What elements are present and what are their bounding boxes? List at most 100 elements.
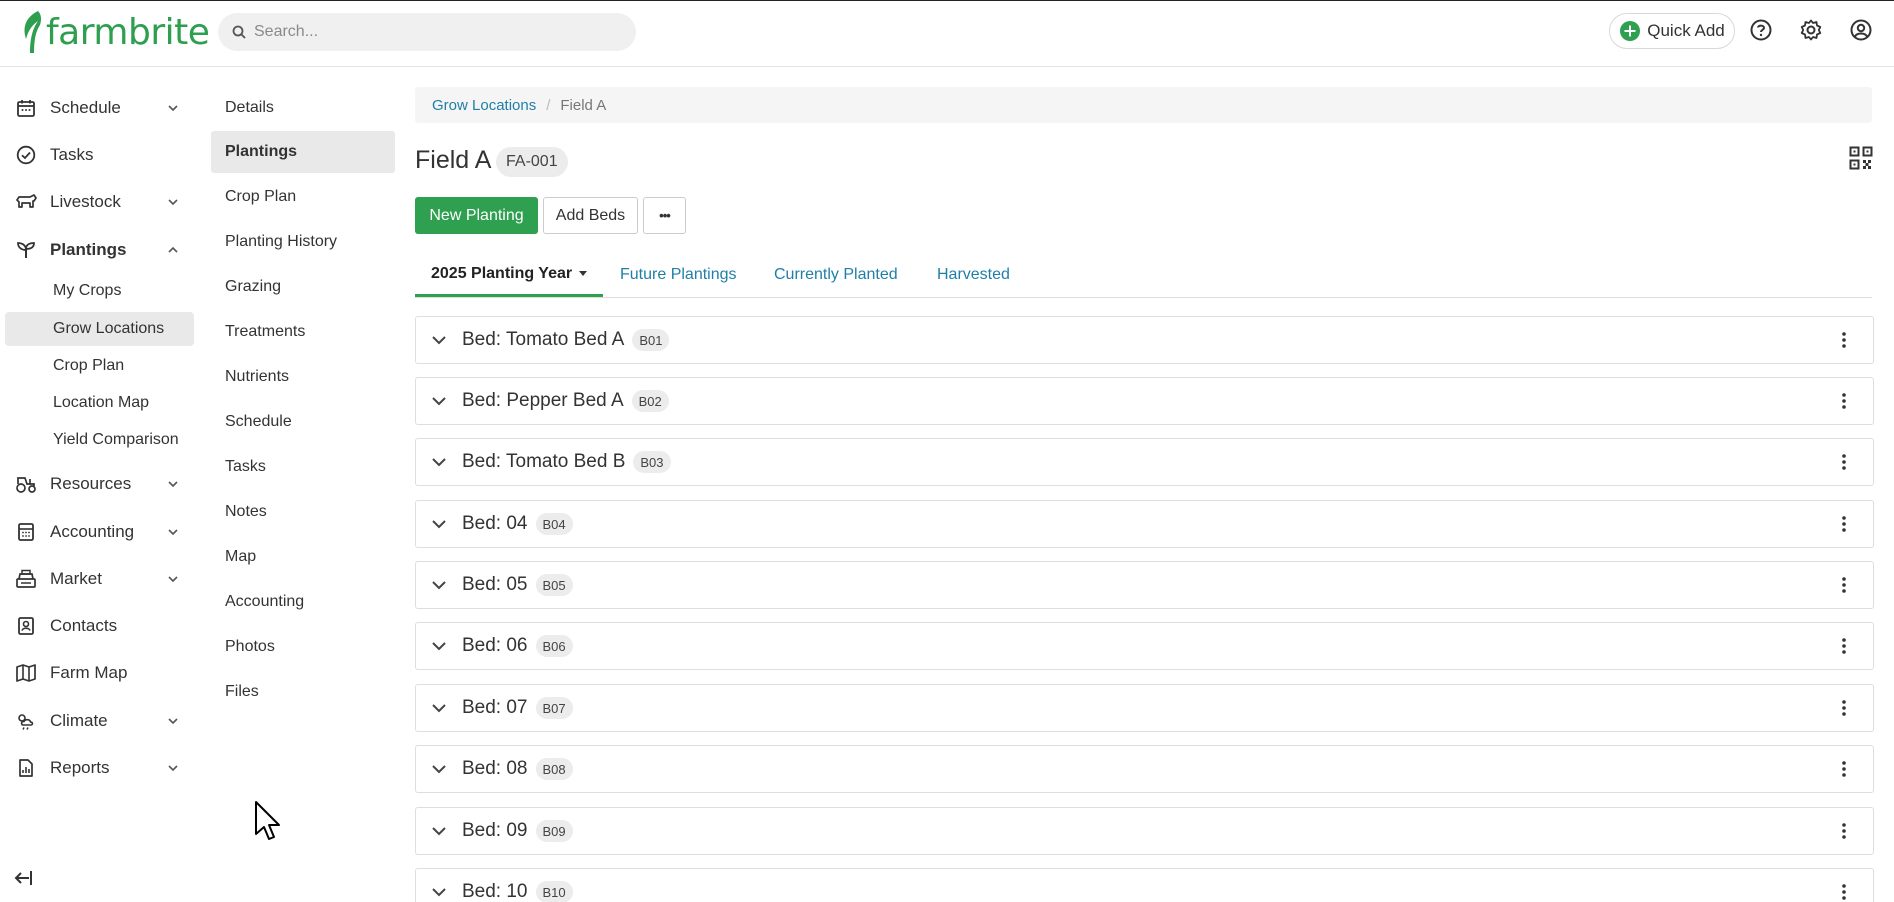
kebab-menu-icon[interactable]: [1841, 392, 1847, 410]
subnav-tasks[interactable]: Tasks: [211, 446, 395, 488]
quick-add-label: Quick Add: [1647, 21, 1725, 40]
nav-reports[interactable]: Reports: [0, 747, 194, 789]
nav-schedule[interactable]: Schedule: [0, 87, 194, 129]
chevron-down-icon[interactable]: [430, 576, 448, 594]
kebab-menu-icon[interactable]: [1841, 576, 1847, 594]
nav-my-crops[interactable]: My Crops: [5, 274, 194, 308]
subnav-details[interactable]: Details: [211, 87, 395, 129]
chevron-down-icon: [168, 105, 178, 112]
collapse-sidebar-icon[interactable]: [10, 866, 34, 890]
bed-row[interactable]: Bed: 08 B08: [415, 745, 1874, 793]
tab-currently-planted[interactable]: Currently Planted: [774, 253, 898, 297]
kebab-menu-icon[interactable]: [1841, 822, 1847, 840]
kebab-menu-icon[interactable]: [1841, 453, 1847, 471]
bed-name: Bed: 08: [462, 758, 528, 779]
nav-contacts[interactable]: Contacts: [0, 605, 194, 647]
chevron-down-icon[interactable]: [430, 392, 448, 410]
subnav-accounting[interactable]: Accounting: [211, 581, 395, 623]
nav-livestock-label: Livestock: [50, 192, 121, 211]
kebab-menu-icon[interactable]: [1841, 515, 1847, 533]
breadcrumb-grow-locations[interactable]: Grow Locations: [432, 97, 536, 114]
bed-row[interactable]: Bed: Tomato Bed B B03: [415, 438, 1874, 486]
qr-code-icon[interactable]: [1849, 146, 1873, 170]
bed-row[interactable]: Bed: 07 B07: [415, 684, 1874, 732]
bed-name: Bed: 07: [462, 697, 528, 718]
nav-climate-label: Climate: [50, 711, 108, 730]
tab-future-plantings[interactable]: Future Plantings: [620, 253, 737, 297]
subnav-photos[interactable]: Photos: [211, 626, 395, 668]
kebab-menu-icon[interactable]: [1841, 331, 1847, 349]
new-planting-button[interactable]: New Planting: [415, 197, 538, 234]
nav-yield-comparison[interactable]: Yield Comparison: [5, 423, 194, 457]
nav-tasks[interactable]: Tasks: [0, 134, 194, 176]
bed-row[interactable]: Bed: 04 B04: [415, 500, 1874, 548]
chevron-down-icon[interactable]: [430, 760, 448, 778]
bed-code-badge: B05: [535, 574, 573, 596]
user-account-icon[interactable]: [1848, 17, 1874, 43]
tab-harvested[interactable]: Harvested: [937, 253, 1010, 297]
subnav-grazing[interactable]: Grazing: [211, 266, 395, 308]
livestock-icon: [14, 190, 38, 214]
bed-name: Bed: 09: [462, 820, 528, 841]
nav-plantings[interactable]: Plantings: [0, 229, 194, 271]
bed-name: Bed: Tomato Bed A: [462, 329, 625, 350]
chevron-down-icon[interactable]: [430, 453, 448, 471]
bed-row[interactable]: Bed: 09 B09: [415, 807, 1874, 855]
map-icon: [14, 661, 38, 685]
chevron-down-icon: [168, 765, 178, 772]
bed-row[interactable]: Bed: 05 B05: [415, 561, 1874, 609]
kebab-menu-icon[interactable]: [1841, 883, 1847, 901]
bed-name: Bed: 04: [462, 513, 528, 534]
subnav-treatments[interactable]: Treatments: [211, 311, 395, 353]
nav-crop-plan[interactable]: Crop Plan: [5, 349, 194, 383]
subnav-plantings[interactable]: Plantings: [211, 131, 395, 173]
subnav-schedule[interactable]: Schedule: [211, 401, 395, 443]
nav-climate[interactable]: Climate: [0, 700, 194, 742]
search-input[interactable]: [254, 23, 614, 41]
nav-plantings-label: Plantings: [50, 240, 127, 259]
search-bar[interactable]: [218, 13, 636, 51]
nav-location-map[interactable]: Location Map: [5, 386, 194, 420]
chevron-down-icon[interactable]: [430, 822, 448, 840]
nav-farm-map[interactable]: Farm Map: [0, 652, 194, 694]
nav-livestock[interactable]: Livestock: [0, 181, 194, 223]
chevron-up-icon: [168, 246, 178, 253]
nav-accounting[interactable]: Accounting: [0, 511, 194, 553]
more-actions-button[interactable]: •••: [643, 197, 686, 234]
bed-row[interactable]: Bed: 10 B10: [415, 868, 1874, 902]
chevron-down-icon: [168, 529, 178, 536]
quick-add-button[interactable]: Quick Add: [1609, 13, 1735, 49]
top-bar: farmbrite Quick Add: [0, 0, 1894, 67]
bed-row[interactable]: Bed: 06 B06: [415, 622, 1874, 670]
chevron-down-icon[interactable]: [430, 637, 448, 655]
chevron-down-icon: [168, 576, 178, 583]
subnav-files[interactable]: Files: [211, 671, 395, 713]
kebab-menu-icon[interactable]: [1841, 760, 1847, 778]
kebab-menu-icon[interactable]: [1841, 637, 1847, 655]
subnav-nutrients[interactable]: Nutrients: [211, 356, 395, 398]
farmbrite-logo[interactable]: farmbrite: [20, 7, 210, 57]
breadcrumb-current: Field A: [560, 96, 607, 114]
kebab-menu-icon[interactable]: [1841, 699, 1847, 717]
tab-planting-year[interactable]: 2025 Planting Year: [415, 253, 604, 297]
planting-tabs: 2025 Planting Year Future Plantings Curr…: [415, 253, 1872, 298]
subnav-map[interactable]: Map: [211, 536, 395, 578]
nav-resources[interactable]: Resources: [0, 463, 194, 505]
nav-market[interactable]: Market: [0, 558, 194, 600]
nav-grow-locations[interactable]: Grow Locations: [5, 312, 194, 346]
chevron-down-icon[interactable]: [430, 699, 448, 717]
bed-row[interactable]: Bed: Pepper Bed A B02: [415, 377, 1874, 425]
subnav-crop-plan[interactable]: Crop Plan: [211, 176, 395, 218]
gear-icon[interactable]: [1798, 17, 1824, 43]
sprout-icon: [14, 238, 38, 262]
chevron-down-icon[interactable]: [430, 515, 448, 533]
chevron-down-icon[interactable]: [430, 331, 448, 349]
bed-row[interactable]: Bed: Tomato Bed A B01: [415, 316, 1874, 364]
subnav-planting-history[interactable]: Planting History: [211, 221, 395, 263]
nav-market-label: Market: [50, 569, 102, 588]
nav-contacts-label: Contacts: [50, 616, 118, 635]
subnav-notes[interactable]: Notes: [211, 491, 395, 533]
add-beds-button[interactable]: Add Beds: [543, 197, 638, 234]
help-icon[interactable]: [1748, 17, 1774, 43]
chevron-down-icon[interactable]: [430, 883, 448, 901]
